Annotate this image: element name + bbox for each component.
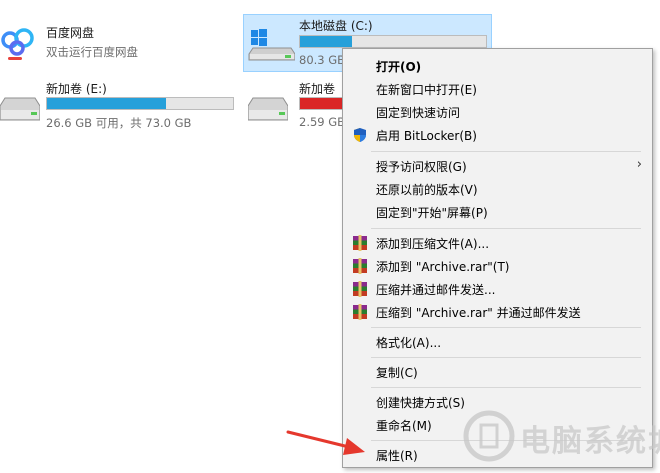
hard-drive-icon <box>248 97 288 121</box>
winrar-icon <box>353 258 367 274</box>
context-menu: 打开(O) 在新窗口中打开(E) 固定到快速访问 启用 BitLocker(B)… <box>342 48 653 468</box>
menu-item-label: 固定到"开始"屏幕(P) <box>376 206 488 220</box>
shield-icon <box>354 128 366 142</box>
drive-name: 新加卷 (E:) <box>46 82 107 96</box>
winrar-icon <box>353 281 367 297</box>
drive-name: 百度网盘 <box>46 26 95 40</box>
hard-drive-icon <box>0 97 40 121</box>
menu-separator <box>371 151 641 152</box>
menu-separator <box>371 387 641 388</box>
watermark-text: 电脑系统城 <box>520 424 660 459</box>
menu-item-add-archive-rar[interactable]: 添加到 "Archive.rar"(T) <box>343 254 652 277</box>
drive-subtitle: 双击运行百度网盘 <box>46 45 138 59</box>
menu-item-restore-versions[interactable]: 还原以前的版本(V) <box>343 177 652 200</box>
menu-item-label: 添加到压缩文件(A)... <box>376 237 490 251</box>
menu-item-format[interactable]: 格式化(A)... <box>343 330 652 353</box>
menu-item-open[interactable]: 打开(O) <box>343 54 652 77</box>
drive-name: 新加卷 <box>299 82 336 96</box>
winrar-icon <box>353 304 367 320</box>
baidu-netdisk-item[interactable]: 百度网盘 双击运行百度网盘 <box>0 18 200 68</box>
menu-item-label: 固定到快速访问 <box>376 106 461 120</box>
menu-item-label: 还原以前的版本(V) <box>376 183 478 197</box>
baidu-netdisk-icon <box>1 28 34 60</box>
menu-separator <box>371 357 641 358</box>
menu-item-label: 压缩并通过邮件发送... <box>376 283 496 297</box>
menu-item-pin-quick-access[interactable]: 固定到快速访问 <box>343 100 652 123</box>
menu-item-label: 添加到 "Archive.rar"(T) <box>376 260 510 274</box>
menu-item-label: 授予访问权限(G) <box>376 160 467 174</box>
drive-subtitle: 2.59 GB <box>299 115 346 129</box>
menu-item-compress-email[interactable]: 压缩并通过邮件发送... <box>343 277 652 300</box>
chevron-right-icon: › <box>636 157 642 172</box>
watermark-logo-icon <box>463 410 515 462</box>
drive-usage-fill <box>300 36 353 47</box>
drive-usage-bar <box>299 35 487 48</box>
menu-item-label: 打开(O) <box>376 60 422 74</box>
menu-item-label: 重命名(M) <box>376 419 432 433</box>
drive-subtitle: 26.6 GB 可用，共 73.0 GB <box>46 116 192 130</box>
menu-item-add-archive[interactable]: 添加到压缩文件(A)... <box>343 231 652 254</box>
drive-f-item[interactable]: 新加卷 2.59 GB <box>248 76 359 134</box>
menu-item-compress-rar-email[interactable]: 压缩到 "Archive.rar" 并通过邮件发送 <box>343 300 652 323</box>
menu-item-grant-access[interactable]: 授予访问权限(G) › <box>343 154 652 177</box>
drive-subtitle: 80.3 GB <box>299 53 346 67</box>
menu-item-label: 创建快捷方式(S) <box>376 396 465 410</box>
annotation-arrow-icon <box>286 430 365 455</box>
menu-separator <box>371 228 641 229</box>
menu-separator <box>371 327 641 328</box>
menu-item-label: 格式化(A)... <box>376 336 442 350</box>
drive-e-item[interactable]: 新加卷 (E:) 26.6 GB 可用，共 73.0 GB <box>0 76 240 134</box>
menu-item-open-new-window[interactable]: 在新窗口中打开(E) <box>343 77 652 100</box>
drive-usage-fill <box>47 98 167 109</box>
menu-item-label: 复制(C) <box>376 366 418 380</box>
drive-name: 本地磁盘 (C:) <box>299 19 373 33</box>
menu-item-pin-start[interactable]: 固定到"开始"屏幕(P) <box>343 200 652 223</box>
windows-drive-icon <box>248 29 295 61</box>
menu-item-bitlocker[interactable]: 启用 BitLocker(B) <box>343 123 652 146</box>
menu-item-copy[interactable]: 复制(C) <box>343 360 652 383</box>
menu-item-label: 在新窗口中打开(E) <box>376 83 477 97</box>
drive-usage-bar <box>46 97 234 110</box>
menu-item-label: 启用 BitLocker(B) <box>376 129 477 143</box>
winrar-icon <box>353 235 367 251</box>
menu-item-label: 属性(R) <box>376 449 418 463</box>
menu-item-label: 压缩到 "Archive.rar" 并通过邮件发送 <box>376 306 581 320</box>
